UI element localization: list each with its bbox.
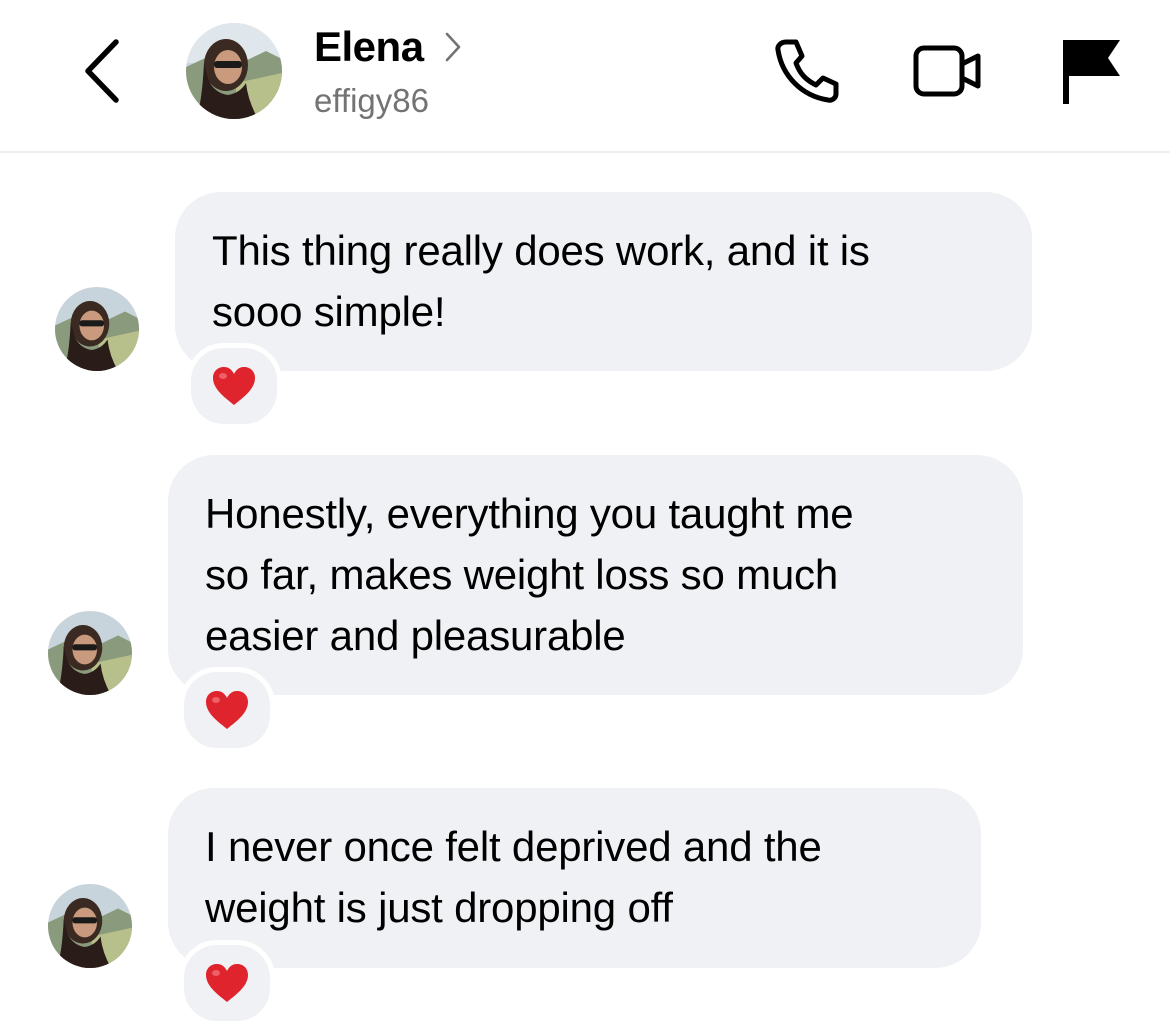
chat-header: Elena effigy86	[0, 0, 1170, 153]
contact-name-row[interactable]: Elena	[314, 22, 464, 72]
chevron-left-icon	[85, 39, 119, 103]
heart-reaction[interactable]	[179, 940, 275, 1026]
avatar-photo	[186, 23, 282, 119]
sender-avatar[interactable]	[55, 287, 139, 371]
sender-avatar[interactable]	[48, 611, 132, 695]
avatar-photo	[48, 884, 132, 968]
message-text-line: Honestly, everything you taught me	[205, 490, 854, 537]
video-call-button[interactable]	[912, 36, 982, 106]
message-text-line: sooo simple!	[212, 288, 446, 335]
message-text-line: This thing really does work, and it is	[212, 227, 870, 274]
report-button[interactable]	[1058, 36, 1128, 106]
video-camera-icon	[913, 45, 981, 97]
avatar-photo	[48, 611, 132, 695]
sender-avatar[interactable]	[48, 884, 132, 968]
contact-avatar[interactable]	[186, 23, 282, 119]
chevron-right-icon	[445, 32, 460, 62]
message-text-line: I never once felt deprived and the	[205, 823, 822, 870]
audio-call-button[interactable]	[772, 36, 842, 106]
avatar-photo	[55, 287, 139, 371]
heart-reaction[interactable]	[179, 667, 275, 753]
heart-icon	[206, 691, 248, 729]
phone-icon	[775, 39, 839, 103]
flag-icon	[1063, 40, 1120, 104]
message-text-line: weight is just dropping off	[205, 884, 673, 931]
back-button[interactable]	[78, 36, 128, 106]
heart-icon	[206, 964, 248, 1002]
chat-screen: Elena effigy86 This thing really does wo…	[0, 0, 1170, 1032]
heart-icon	[213, 367, 255, 405]
message-bubble[interactable]: Honestly, everything you taught me so fa…	[168, 455, 1023, 695]
message-bubble[interactable]: I never once felt deprived and the weigh…	[168, 788, 981, 968]
contact-name: Elena	[314, 23, 424, 70]
message-text-line: so far, makes weight loss so much	[205, 551, 838, 598]
heart-reaction[interactable]	[186, 343, 282, 429]
message-bubble[interactable]: This thing really does work, and it is s…	[175, 192, 1032, 371]
message-text-line: easier and pleasurable	[205, 612, 626, 659]
contact-username: effigy86	[314, 82, 429, 119]
